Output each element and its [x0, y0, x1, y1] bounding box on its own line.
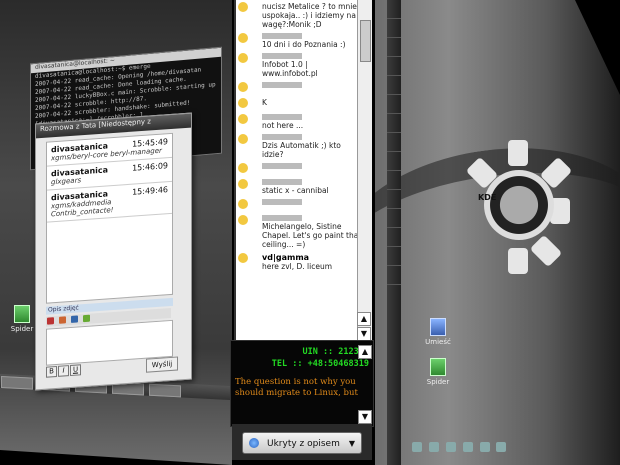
chevron-down-icon: ▼ — [348, 439, 355, 448]
status-icon — [238, 114, 248, 124]
tray-icon[interactable] — [479, 442, 490, 452]
spider-icon — [14, 305, 30, 323]
tray-icon[interactable] — [445, 442, 456, 452]
contact-list-scrollbar[interactable] — [357, 0, 372, 342]
contact-row[interactable]: Michelangelo, Sistine Chapel. Let's go p… — [236, 213, 366, 251]
contact-name: vd|gamma — [262, 253, 310, 262]
tray-icon[interactable] — [428, 442, 439, 452]
contact-description: Michelangelo, Sistine Chapel. Let's go p… — [262, 222, 362, 249]
tray-icon[interactable] — [496, 442, 507, 452]
italic-button[interactable]: I — [58, 365, 69, 377]
status-icon — [238, 253, 248, 263]
contact-list[interactable]: nucisz Metalice ? to mnie uspokaja.. :) … — [234, 0, 366, 342]
info-scroll-up-icon[interactable]: ▲ — [358, 345, 372, 359]
contact-description: static x - cannibal — [262, 186, 329, 195]
taskbar-button[interactable] — [1, 375, 33, 390]
status-icon — [238, 33, 248, 43]
chat-window[interactable]: Rozmowa z Tata [Niedostępny z 15:45:49 d… — [35, 112, 192, 391]
contact-description: Dzis Automatik ;) kto idzie? — [262, 141, 341, 159]
contact-info-panel: UIN :: 212359 TEL :: +48:50468319 The qu… — [230, 340, 374, 427]
info-scroll-down-icon[interactable]: ▼ — [358, 410, 372, 424]
desktop-icon-label: Spider — [10, 325, 34, 333]
contact-row[interactable]: Infobot 1.0 | www.infobot.pl — [236, 51, 366, 80]
chat-messages[interactable]: 15:45:49 divasatanica xgms/beryl-core be… — [46, 132, 173, 304]
image-icon[interactable] — [58, 316, 66, 324]
status-bar: Ukryty z opisem ▼ — [232, 424, 372, 460]
contact-description: not here ... — [262, 121, 304, 130]
status-icon — [249, 438, 259, 448]
status-label: Ukryty z opisem — [267, 439, 340, 449]
system-tray — [410, 440, 620, 456]
gear-tooth — [508, 248, 528, 274]
computer-icon — [430, 318, 446, 336]
contact-row[interactable] — [236, 161, 366, 177]
kde-gear-logo: KDE — [465, 130, 573, 280]
contact-row[interactable]: nucisz Metalice ? to mnie uspokaja.. :) … — [236, 0, 366, 31]
contact-row[interactable]: K — [236, 96, 366, 112]
side-panel-strip — [387, 0, 401, 465]
status-icon — [238, 199, 248, 209]
send-button[interactable]: Wyślij — [146, 356, 178, 373]
status-icon — [238, 163, 248, 173]
scroll-down-icon[interactable]: ▼ — [357, 327, 371, 341]
status-icon — [238, 98, 248, 108]
gear-tooth — [508, 140, 528, 166]
underline-button[interactable]: U — [70, 364, 81, 377]
gear-ring — [484, 170, 554, 240]
contact-description: Infobot 1.0 | www.infobot.pl — [262, 60, 318, 78]
tray-icon[interactable] — [462, 442, 473, 452]
emoticon-icon[interactable] — [47, 317, 54, 325]
contact-description: 10 dni i do Poznania :) — [262, 40, 346, 49]
status-icon — [238, 82, 248, 92]
desktop-icon-label: Umieść — [425, 338, 451, 346]
desktop-icon-spider-right[interactable]: Spider — [418, 358, 458, 386]
gear-tooth — [529, 234, 563, 268]
contact-row[interactable]: static x - cannibal — [236, 177, 366, 197]
contact-row[interactable]: vd|gamma here zvl, D. liceum — [236, 251, 366, 273]
phone-number: TEL :: +48:50468319 — [271, 359, 369, 369]
bold-button[interactable]: B — [46, 365, 57, 378]
spider-icon — [430, 358, 446, 376]
file-icon[interactable] — [70, 315, 78, 323]
desktop-icon-umiesc[interactable]: Umieść — [418, 318, 458, 346]
contact-description: K — [262, 98, 267, 107]
taskbar-button[interactable] — [148, 383, 181, 398]
status-icon — [238, 134, 248, 144]
contact-row[interactable]: not here ... — [236, 112, 366, 132]
contact-row[interactable]: Dzis Automatik ;) kto idzie? — [236, 132, 366, 161]
contact-description: nucisz Metalice ? to mnie uspokaja.. :) … — [262, 2, 357, 29]
status-icon — [238, 179, 248, 189]
status-icon — [238, 2, 248, 12]
contact-row[interactable] — [236, 80, 366, 96]
contact-row[interactable]: 10 dni i do Poznania :) — [236, 31, 366, 51]
status-icon — [238, 53, 248, 63]
contact-description: here zvl, D. liceum — [262, 262, 333, 271]
scroll-up-icon[interactable]: ▲ — [357, 312, 371, 326]
status-dropdown[interactable]: Ukryty z opisem ▼ — [242, 432, 362, 454]
status-quote: The question is not why you should migra… — [235, 377, 358, 398]
status-icon — [238, 215, 248, 225]
desktop-icon-label: Spider — [426, 378, 450, 386]
contact-row[interactable] — [236, 197, 366, 213]
tray-icon[interactable] — [412, 442, 422, 452]
kde-logo-text: KDE — [478, 193, 497, 202]
uin-number: UIN :: 212359 — [302, 347, 369, 357]
scroll-thumb[interactable] — [360, 20, 371, 62]
settings-icon[interactable] — [82, 314, 90, 323]
